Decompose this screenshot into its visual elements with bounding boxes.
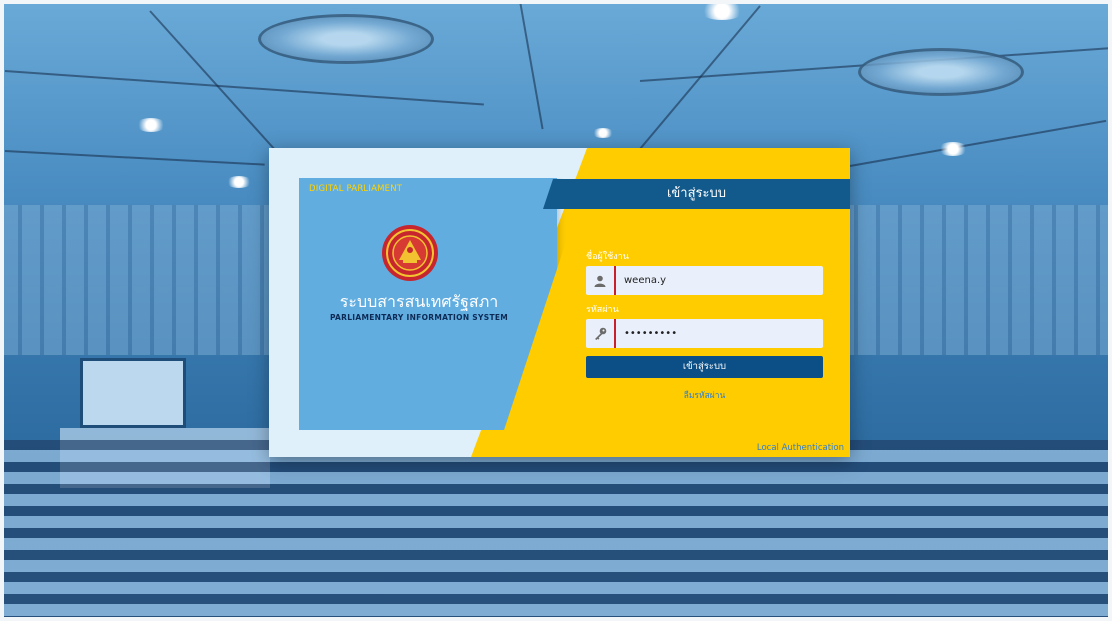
login-title: เข้าสู่ระบบ bbox=[666, 186, 727, 201]
username-label: ชื่อผู้ใช้งาน bbox=[586, 252, 629, 262]
local-authentication-link[interactable]: Local Authentication bbox=[757, 443, 844, 453]
password-label: รหัสผ่าน bbox=[586, 305, 619, 315]
forgot-password-link[interactable]: ลืมรหัสผ่าน bbox=[586, 388, 823, 402]
username-field[interactable] bbox=[586, 266, 823, 295]
key-icon bbox=[586, 319, 616, 348]
user-icon bbox=[586, 266, 616, 295]
system-name-thai: ระบบสารสนเทศรัฐสภา bbox=[339, 292, 499, 311]
password-field[interactable]: ••••••••• bbox=[586, 319, 823, 348]
username-input[interactable] bbox=[624, 266, 814, 295]
password-input[interactable]: ••••••••• bbox=[624, 319, 814, 348]
parliament-emblem-icon bbox=[382, 225, 438, 281]
login-card: DIGITAL PARLIAMENT ระบบสารสนเทศรัฐสภา PA… bbox=[269, 148, 850, 457]
login-button[interactable]: เข้าสู่ระบบ bbox=[586, 356, 823, 378]
system-name-english: PARLIAMENTARY INFORMATION SYSTEM bbox=[329, 313, 509, 322]
brand-tag: DIGITAL PARLIAMENT bbox=[309, 184, 403, 194]
